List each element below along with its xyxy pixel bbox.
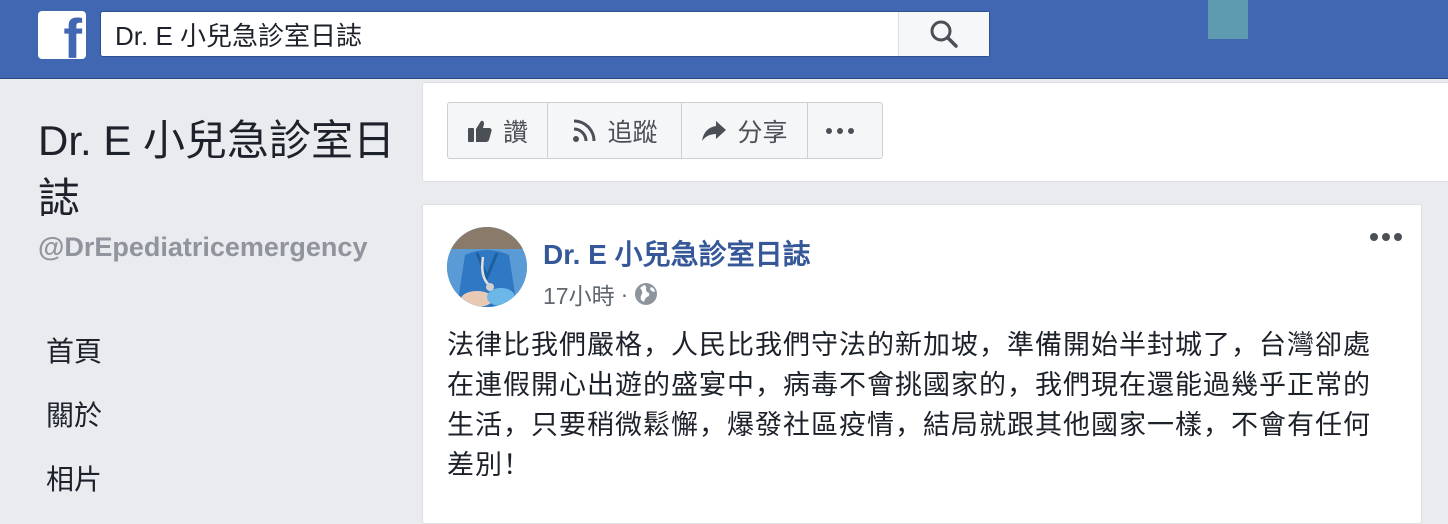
more-horizontal-icon [1370,233,1402,241]
post-card: Dr. E 小兒急診室日誌 17小時 · 法律比我們嚴格，人民比我們守法的新加坡… [422,204,1422,524]
page-actions-card: 讚 追蹤 分享 [422,82,1448,182]
share-arrow-icon [702,120,727,141]
more-actions-button[interactable] [808,103,882,158]
facebook-logo-icon[interactable]: f [38,11,86,59]
share-button[interactable]: 分享 [682,103,808,158]
search-button[interactable] [898,12,989,56]
post-timestamp[interactable]: 17小時 [543,277,615,311]
post-meta: 17小時 · [543,277,658,311]
search-icon [930,20,958,48]
post-text: 法律比我們嚴格，人民比我們守法的新加坡，準備開始半封城了，台灣卻處在連假開心出遊… [447,330,1371,480]
globe-icon [635,283,658,305]
sidebar-nav: 首頁 關於 相片 [46,330,102,522]
meta-separator: · [620,280,629,307]
sidebar-item-about[interactable]: 關於 [46,394,102,458]
sidebar-item-photos[interactable]: 相片 [46,458,102,522]
top-bar-square [1208,0,1248,39]
thumbs-up-icon [467,120,492,142]
post-options-button[interactable] [1369,229,1403,247]
rss-follow-icon [573,119,596,142]
share-label: 分享 [737,118,788,147]
search-box [100,11,990,57]
like-button[interactable]: 讚 [448,103,548,158]
follow-button[interactable]: 追蹤 [548,103,682,158]
like-label: 讚 [502,118,528,147]
avatar-image [447,227,527,307]
post-author-link[interactable]: Dr. E 小兒急診室日誌 [543,233,811,273]
logo-letter: f [63,11,82,59]
top-navigation-bar: f [0,0,1448,79]
follow-label: 追蹤 [607,118,658,147]
search-input[interactable] [101,12,901,56]
page-title: Dr. E 小兒急診室日誌 [38,117,396,222]
page-action-bar: 讚 追蹤 分享 [447,102,883,159]
avatar[interactable] [447,227,527,307]
more-horizontal-icon [826,127,854,134]
sidebar-item-home[interactable]: 首頁 [46,330,102,394]
page-handle[interactable]: @DrEpediatricemergency [38,230,398,264]
